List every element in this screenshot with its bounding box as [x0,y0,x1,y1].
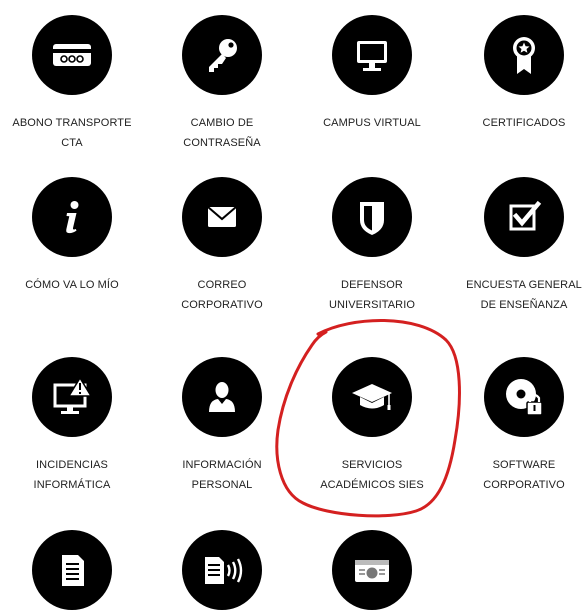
document-wireless-icon[interactable] [182,530,262,610]
service-label: INFORMACIÓN PERSONAL [182,459,262,491]
service-label: CORREO CORPORATIVO [181,279,263,311]
service-label: CAMPUS VIRTUAL [323,117,421,129]
envelope-icon[interactable] [182,177,262,257]
shield-icon[interactable] [332,177,412,257]
service-label: CERTIFICADOS [482,117,566,129]
graduation-cap-icon[interactable] [332,357,412,437]
user-icon[interactable] [182,357,262,437]
service-label: SOFTWARE CORPORATIVO [483,459,565,491]
service-tile-informacion-personal[interactable]: INFORMACIÓN PERSONAL [147,357,297,495]
service-label: SERVICIOS ACADÉMICOS SIES [320,459,424,491]
ticket-card-icon[interactable] [32,15,112,95]
info-icon[interactable] [32,177,112,257]
monitor-warning-icon[interactable] [32,357,112,437]
service-tile-incidencias-informatica[interactable]: INCIDENCIAS INFORMÁTICA [0,357,147,495]
service-tile-como-va-lo-mio[interactable]: CÓMO VA LO MÍO [0,177,147,295]
service-label: ENCUESTA GENERAL DE ENSEÑANZA [466,279,582,311]
disc-lock-icon[interactable] [484,357,564,437]
service-tile-correo-corporativo[interactable]: CORREO CORPORATIVO [147,177,297,315]
service-label: ABONO TRANSPORTE CTA [12,117,132,149]
service-tile-encuesta-general[interactable]: ENCUESTA GENERAL DE ENSEÑANZA [449,177,587,315]
service-label: CAMBIO DE CONTRASEÑA [183,117,261,149]
service-tile-id-card[interactable] [297,530,447,610]
service-tile-software-corporativo[interactable]: SOFTWARE CORPORATIVO [449,357,587,495]
document-icon[interactable] [32,530,112,610]
service-label: DEFENSOR UNIVERSITARIO [328,279,416,311]
service-tile-certificados[interactable]: CERTIFICADOS [449,15,587,133]
service-label: INCIDENCIAS INFORMÁTICA [33,459,111,491]
key-icon[interactable] [182,15,262,95]
monitor-icon[interactable] [332,15,412,95]
service-tile-document[interactable] [0,530,147,610]
service-tile-cambio-contrasena[interactable]: CAMBIO DE CONTRASEÑA [147,15,297,153]
id-card-icon[interactable] [332,530,412,610]
service-tile-campus-virtual[interactable]: CAMPUS VIRTUAL [297,15,447,133]
service-tile-defensor-universitario[interactable]: DEFENSOR UNIVERSITARIO [297,177,447,315]
award-ribbon-icon[interactable] [484,15,564,95]
checkbox-icon[interactable] [484,177,564,257]
service-label: CÓMO VA LO MÍO [25,279,119,291]
service-tile-document-wireless[interactable] [147,530,297,610]
service-tile-abono-transporte[interactable]: ABONO TRANSPORTE CTA [0,15,147,153]
service-tile-servicios-academicos-sies[interactable]: SERVICIOS ACADÉMICOS SIES [297,357,447,495]
